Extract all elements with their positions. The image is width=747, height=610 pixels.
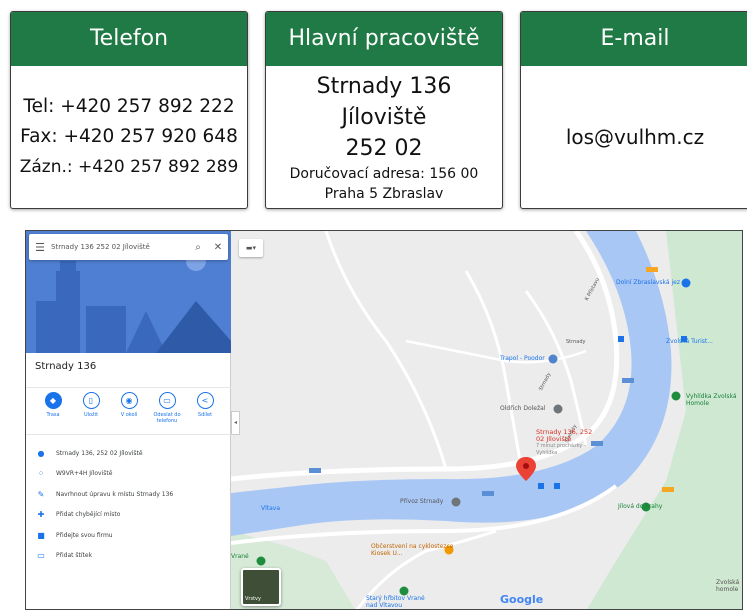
recorder-number[interactable]: Zázn.: +420 257 892 289	[20, 152, 239, 182]
place-name: Strnady 136	[35, 361, 97, 372]
info-row-add-place[interactable]: ✚ Přidat chybějící místo	[26, 505, 231, 526]
pin-label-address: Strnady 136, 252 02 Jíloviště	[536, 428, 593, 443]
collapse-panel-button[interactable]: ◂	[231, 411, 240, 435]
delivery-address-line1: Doručovací adresa: 156 00	[289, 165, 479, 182]
plus-code-icon: ⁘	[37, 469, 45, 479]
workplace-card-title: Hlavní pracoviště	[266, 12, 502, 66]
workplace-card-body: Strnady 136 Jíloviště 252 02 Doručovací …	[266, 66, 502, 208]
bus-stop-icon	[538, 483, 544, 489]
menu-icon[interactable]: ☰	[29, 241, 51, 254]
workplace-town: Jíloviště	[341, 104, 427, 130]
bus-stop-icon	[554, 483, 560, 489]
map-label-hrbitov[interactable]: Starý hřbitov Vrané nad Vltavou	[366, 595, 436, 609]
info-row-add-label[interactable]: ▭ Přidat štítek	[26, 546, 231, 567]
email-card-body: los@vulhm.cz	[521, 66, 747, 208]
poi-trapol-marker	[548, 354, 558, 364]
poi-prehrada-marker	[681, 278, 691, 288]
layers-toggle[interactable]: Vrstvy	[241, 568, 281, 606]
map-label-jilova[interactable]: Jílová do Prahy	[618, 503, 662, 510]
road-shield	[646, 267, 658, 272]
road-shield	[662, 487, 674, 492]
map-label-road-c: Strnady	[566, 339, 586, 345]
action-save[interactable]: ▯ Uložit	[71, 392, 111, 418]
map-label-zvolska: Zvolská homole	[716, 579, 740, 593]
delivery-address-line2: Praha 5 Zbraslav	[324, 185, 444, 202]
action-share[interactable]: < Sdílet	[185, 392, 225, 418]
poi-prevoz-marker	[451, 497, 461, 507]
road-shield	[622, 378, 634, 383]
phone-card-title: Telefon	[11, 12, 247, 66]
workplace-card: Hlavní pracoviště Strnady 136 Jíloviště …	[265, 11, 503, 209]
info-row-plus-code[interactable]: ⁘ W9VR+4H Jíloviště	[26, 464, 231, 485]
location-pin-icon: ●	[37, 448, 45, 458]
place-info-list: ● Strnady 136, 252 02 Jíloviště ⁘ W9VR+4…	[26, 443, 231, 566]
info-row-suggest-edit[interactable]: ✎ Navrhnout úpravu k místu Strnady 136	[26, 484, 231, 505]
pin-label-sub: 7 minut procházky – Vyhlídka	[536, 443, 587, 456]
tel-number[interactable]: Tel: +420 257 892 222	[23, 92, 234, 122]
search-icon[interactable]: ⌕	[188, 242, 208, 253]
google-logo: Google	[500, 593, 544, 606]
close-icon[interactable]: ✕	[208, 242, 228, 253]
share-icon: <	[196, 392, 214, 409]
bookmark-icon: ▯	[82, 392, 100, 409]
map-search-input[interactable]: Strnady 136 252 02 Jíloviště	[51, 243, 188, 251]
email-address-link[interactable]: los@vulhm.cz	[566, 122, 704, 152]
phone-card-body: Tel: +420 257 892 222 Fax: +420 257 920 …	[11, 66, 247, 208]
map-label-oldrich[interactable]: Oldřich Doležal	[500, 405, 545, 412]
info-row-address[interactable]: ● Strnady 136, 252 02 Jíloviště	[26, 443, 231, 464]
map-label-vyhlidka[interactable]: Vyhlídka Zvolská Homole	[686, 393, 741, 407]
bus-stop-icon	[618, 336, 624, 342]
embedded-map[interactable]: Trapol - Poodor Oldřich Doležal Přívoz S…	[25, 230, 743, 610]
workplace-zip: 252 02	[345, 135, 423, 161]
phone-send-icon: ▭	[158, 392, 176, 409]
fax-number: Fax: +420 257 920 648	[20, 126, 238, 147]
layers-label: Vrstvy	[245, 596, 261, 602]
map-label-river: Vltava	[261, 505, 281, 512]
edit-pencil-icon: ✎	[37, 489, 45, 499]
action-directions[interactable]: ◆ Trasa	[33, 392, 73, 418]
label-icon: ▭	[37, 551, 45, 561]
action-nearby[interactable]: ◉ V okolí	[109, 392, 149, 418]
info-row-add-business[interactable]: ■ Přidejte svou firmu	[26, 525, 231, 546]
email-card: E-mail los@vulhm.cz	[520, 11, 747, 209]
road-shield	[309, 468, 321, 473]
action-send-to-phone[interactable]: ▭ Odeslat do telefonu	[147, 392, 187, 424]
map-type-button[interactable]: ▬▾	[239, 239, 263, 257]
poi-oldrich-marker	[553, 404, 563, 414]
map-label-obcerstveni[interactable]: Občerstvení na cyklostezce Kiosek U...	[371, 543, 456, 557]
map-label-vranske: Vrané	[231, 553, 249, 560]
map-label-prevoz[interactable]: Přívoz Strnady	[400, 498, 443, 505]
poi-vyhlidka-marker	[671, 391, 681, 401]
workplace-street: Strnady 136	[316, 73, 452, 99]
place-actions: ◆ Trasa ▯ Uložit ◉ V okolí ▭ Odeslat do …	[26, 387, 231, 435]
pin-label[interactable]: Strnady 136, 252 02 Jíloviště 7 minut pr…	[536, 429, 596, 457]
road-shield	[482, 491, 494, 496]
email-card-title: E-mail	[521, 12, 747, 66]
place-info-panel: Strnady 136 ◆ Trasa ▯ Uložit ◉ V okolí ▭…	[26, 231, 231, 609]
map-label-turist[interactable]: Zvolská Turist...	[666, 338, 713, 345]
map-label-trapol[interactable]: Trapol - Poodor	[500, 355, 545, 362]
phone-card: Telefon Tel: +420 257 892 222 Fax: +420 …	[10, 11, 248, 209]
directions-icon: ◆	[44, 392, 62, 409]
add-business-icon: ■	[37, 530, 45, 540]
map-search-box[interactable]: ☰ Strnady 136 252 02 Jíloviště ⌕ ✕	[29, 234, 228, 260]
map-label-prehrada[interactable]: Dolní Zbraslavská jez	[616, 279, 680, 286]
nearby-icon: ◉	[120, 392, 138, 409]
add-place-icon: ✚	[37, 510, 45, 520]
location-pin-center	[523, 463, 529, 469]
